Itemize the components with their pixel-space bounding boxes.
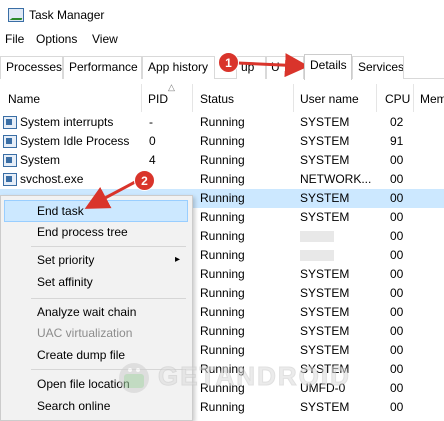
watermark-text: GETANDROID xyxy=(158,361,351,392)
callout-arrow-icon xyxy=(237,53,309,78)
tab-details[interactable]: Details xyxy=(304,54,352,80)
step-badge-2: 2 xyxy=(134,170,155,191)
android-logo-icon xyxy=(119,363,149,393)
watermark: GETANDROID xyxy=(108,355,353,397)
step-badge-1: 1 xyxy=(218,52,239,73)
callout-arrow-icon xyxy=(84,179,138,209)
